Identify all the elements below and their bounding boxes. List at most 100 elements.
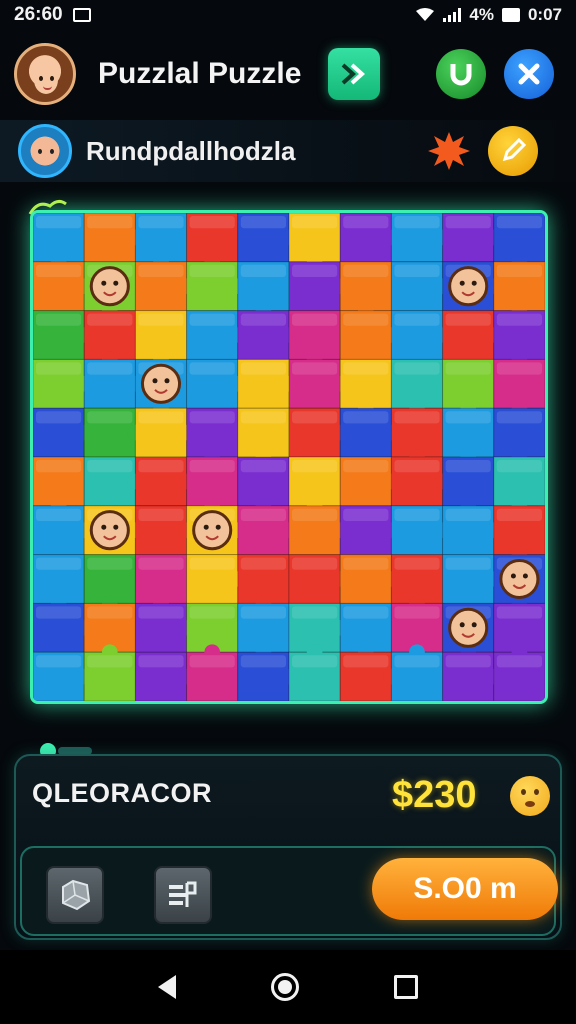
puzzle-piece[interactable] [339, 505, 400, 556]
puzzle-piece[interactable] [493, 407, 545, 465]
puzzle-piece[interactable] [493, 310, 545, 368]
recent-square-icon[interactable] [394, 975, 419, 999]
puzzle-piece[interactable] [390, 310, 451, 360]
puzzle-piece[interactable] [134, 554, 188, 612]
puzzle-piece[interactable] [186, 407, 239, 465]
puzzle-piece[interactable] [134, 261, 195, 312]
puzzle-piece[interactable] [237, 310, 297, 360]
puzzle-piece[interactable] [134, 456, 195, 507]
puzzle-piece[interactable] [288, 213, 341, 270]
puzzle-piece[interactable] [339, 651, 400, 701]
horseshoe-button[interactable] [436, 49, 486, 99]
puzzle-piece[interactable] [339, 456, 400, 507]
puzzle-piece[interactable] [33, 407, 93, 458]
action-button[interactable]: S.O0 m [372, 858, 558, 920]
puzzle-piece[interactable] [237, 261, 290, 319]
puzzle-piece[interactable] [493, 213, 545, 270]
filter-button[interactable] [154, 866, 212, 924]
puzzle-piece[interactable] [237, 407, 290, 465]
puzzle-piece[interactable] [33, 554, 85, 612]
puzzle-piece[interactable] [390, 554, 444, 612]
puzzle-piece[interactable] [237, 651, 297, 701]
puzzle-piece[interactable] [339, 554, 400, 604]
play-button[interactable] [328, 48, 380, 100]
puzzle-piece[interactable] [493, 644, 545, 701]
puzzle-piece[interactable] [339, 261, 392, 319]
splat-button[interactable] [424, 126, 474, 176]
puzzle-piece[interactable] [186, 644, 239, 701]
puzzle-piece[interactable] [237, 505, 297, 556]
puzzle-piece[interactable] [442, 407, 495, 465]
puzzle-piece[interactable] [288, 456, 341, 514]
puzzle-piece[interactable] [339, 213, 400, 263]
puzzle-piece[interactable] [33, 456, 85, 514]
back-triangle-icon[interactable] [157, 975, 176, 999]
puzzle-piece[interactable] [442, 358, 495, 417]
puzzle-piece[interactable] [339, 358, 392, 417]
puzzle-piece[interactable] [33, 310, 93, 360]
puzzle-piece[interactable] [390, 505, 451, 556]
puzzle-piece[interactable] [186, 261, 246, 312]
puzzle-piece[interactable] [83, 213, 144, 263]
puzzle-piece[interactable] [288, 644, 341, 701]
puzzle-piece[interactable] [134, 407, 195, 458]
puzzle-piece[interactable] [339, 407, 400, 458]
puzzle-piece[interactable] [83, 310, 136, 368]
puzzle-piece[interactable] [186, 456, 239, 514]
puzzle-piece[interactable] [186, 213, 239, 270]
puzzle-piece[interactable] [83, 358, 144, 409]
puzzle-piece[interactable] [83, 456, 144, 507]
puzzle-piece[interactable] [288, 310, 341, 368]
puzzle-piece[interactable] [134, 602, 195, 653]
puzzle-piece[interactable] [442, 505, 502, 556]
puzzle-piece[interactable] [33, 261, 93, 312]
edit-button[interactable] [488, 126, 538, 176]
puzzle-piece[interactable] [339, 602, 392, 661]
puzzle-piece[interactable] [134, 651, 195, 701]
puzzle-piece[interactable] [83, 407, 144, 458]
puzzle-piece[interactable] [288, 261, 349, 312]
puzzle-piece[interactable] [186, 358, 246, 409]
puzzle-piece[interactable] [33, 358, 93, 409]
puzzle-piece[interactable] [442, 456, 495, 514]
puzzle-piece[interactable] [390, 261, 451, 312]
puzzle-piece[interactable] [288, 407, 349, 458]
puzzle-piece[interactable] [288, 358, 349, 409]
puzzle-piece[interactable] [390, 407, 444, 465]
puzzle-piece[interactable] [33, 213, 85, 270]
puzzle-piece[interactable] [493, 456, 545, 514]
close-button[interactable] [504, 49, 554, 99]
puzzle-piece[interactable] [442, 213, 502, 263]
puzzle-piece[interactable] [237, 554, 290, 612]
puzzle-piece[interactable] [237, 358, 297, 409]
puzzle-piece[interactable] [33, 602, 93, 653]
puzzle-piece[interactable] [237, 456, 290, 514]
puzzle-piece[interactable] [390, 456, 451, 507]
puzzle-piece[interactable] [288, 505, 349, 556]
puzzle-piece[interactable] [493, 505, 545, 563]
puzzle-piece[interactable] [134, 213, 188, 270]
puzzle-piece[interactable] [442, 310, 502, 360]
puzzle-piece[interactable] [33, 505, 93, 556]
puzzle-piece[interactable] [493, 261, 545, 319]
puzzle-piece[interactable] [134, 310, 188, 368]
puzzle-piece[interactable] [33, 651, 93, 701]
puzzle-piece[interactable] [390, 213, 451, 263]
puzzle-piece[interactable] [237, 602, 290, 661]
puzzle-piece[interactable] [390, 644, 444, 701]
home-circle-icon[interactable] [270, 973, 299, 1001]
puzzle-piece[interactable] [134, 505, 195, 556]
puzzle-piece[interactable] [83, 554, 136, 612]
puzzle-piece[interactable] [83, 644, 136, 701]
puzzle-piece[interactable] [390, 358, 444, 417]
puzzle-piece[interactable] [442, 554, 502, 604]
puzzle-piece[interactable] [493, 358, 545, 417]
puzzle-piece[interactable] [186, 310, 246, 360]
puzzle-piece[interactable] [442, 651, 502, 701]
puzzle-board[interactable] [30, 210, 548, 704]
puzzle-piece[interactable] [237, 213, 297, 263]
opponent-avatar[interactable] [18, 124, 72, 178]
puzzle-grid[interactable] [33, 213, 545, 701]
puzzle-piece[interactable] [288, 602, 349, 653]
puzzle-piece[interactable] [339, 310, 400, 360]
